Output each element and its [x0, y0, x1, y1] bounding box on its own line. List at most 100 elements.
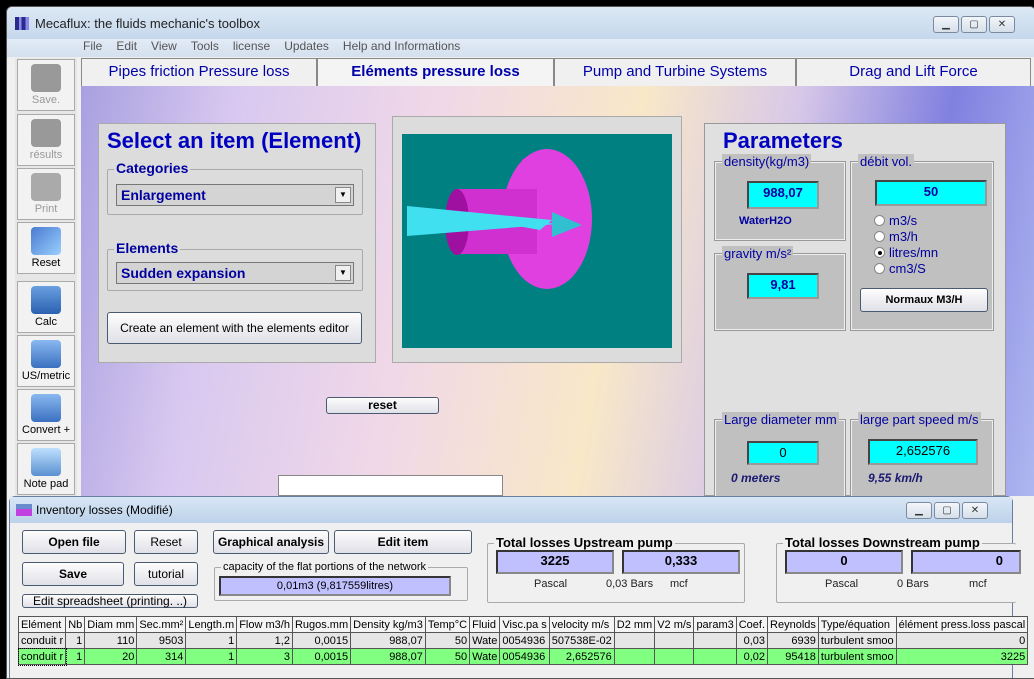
close-button[interactable]: ✕	[962, 502, 988, 519]
column-header[interactable]: Flow m3/h	[236, 616, 293, 633]
table-cell[interactable]: 2,652576	[548, 648, 615, 665]
table-row[interactable]: conduit r 1 110 9503 1 1,2 0,0015 988,07 50 Wate 0…	[17, 632, 1029, 649]
radio-litres-mn[interactable]: litres/mn	[874, 245, 938, 260]
table-cell[interactable]: 0,02	[735, 648, 769, 665]
category-select[interactable]: Enlargement ▼	[116, 184, 354, 206]
radio-cm3s[interactable]: cm3/S	[874, 261, 926, 276]
maximize-button[interactable]: ▢	[961, 16, 987, 33]
table-cell[interactable]: 314	[136, 648, 187, 665]
column-header[interactable]: D2 mm	[613, 616, 656, 633]
table-cell[interactable]: 1,2	[236, 632, 293, 649]
results-button[interactable]: résults	[17, 114, 75, 166]
column-header[interactable]: Rugos.mm	[291, 616, 352, 633]
table-cell[interactable]	[693, 648, 737, 665]
table-cell[interactable]: 0,03	[735, 632, 769, 649]
table-cell[interactable]: 20	[84, 648, 138, 665]
table-cell[interactable]: conduit r	[17, 647, 67, 666]
reset-button[interactable]: reset	[326, 397, 439, 414]
column-header[interactable]: Diam mm	[84, 616, 138, 633]
calc-button[interactable]: Calc	[17, 281, 75, 333]
tab-drag-lift[interactable]: Drag and Lift Force	[796, 58, 1031, 86]
radio-m3h[interactable]: m3/h	[874, 229, 918, 244]
save-button[interactable]: Save.	[17, 59, 75, 111]
speed-field[interactable]: 2,652576	[868, 439, 978, 465]
large-diameter-field[interactable]: 0	[747, 441, 819, 465]
table-cell[interactable]: 1	[65, 648, 86, 665]
table-cell[interactable]	[654, 648, 695, 665]
table-cell[interactable]	[693, 632, 737, 649]
menu-updates[interactable]: Updates	[284, 39, 329, 57]
table-cell[interactable]: 1	[185, 632, 238, 649]
table-cell[interactable]: 9503	[136, 632, 187, 649]
column-header[interactable]: Fluid	[469, 616, 501, 633]
table-cell[interactable]: 50	[424, 632, 471, 649]
table-cell[interactable]: 0,0015	[291, 632, 352, 649]
inventory-reset-button[interactable]: Reset	[134, 530, 198, 554]
column-header[interactable]: Sec.mm²	[136, 616, 187, 633]
us-metric-button[interactable]: US/metric	[17, 335, 75, 387]
table-cell[interactable]: 0054936	[499, 648, 550, 665]
menu-edit[interactable]: Edit	[116, 39, 137, 57]
radio-m3s[interactable]: m3/s	[874, 213, 917, 228]
column-header[interactable]: param3	[693, 616, 737, 633]
maximize-button[interactable]: ▢	[934, 502, 960, 519]
table-cell[interactable]: 988,07	[350, 632, 426, 649]
column-header[interactable]: V2 m/s	[654, 616, 695, 633]
create-element-button[interactable]: Create an element with the elements edit…	[107, 312, 362, 344]
table-cell[interactable]: Wate	[469, 632, 501, 649]
table-cell[interactable]	[613, 632, 656, 649]
column-header[interactable]: Reynolds	[767, 616, 819, 633]
menu-view[interactable]: View	[151, 39, 177, 57]
table-cell[interactable]: Wate	[469, 648, 501, 665]
open-file-button[interactable]: Open file	[22, 530, 126, 554]
table-cell[interactable]: 3	[236, 648, 293, 665]
table-cell[interactable]: 988,07	[350, 648, 426, 665]
column-header[interactable]: Nb	[65, 616, 86, 633]
table-cell[interactable]	[613, 648, 656, 665]
graphical-analysis-button[interactable]: Graphical analysis	[213, 530, 329, 554]
table-cell[interactable]: 1	[65, 632, 86, 649]
column-header[interactable]: Length.m	[185, 616, 238, 633]
reset-tool-button[interactable]: Reset	[17, 222, 75, 274]
table-cell[interactable]: 0,0015	[291, 648, 352, 665]
column-header[interactable]: élément press.loss pascal	[895, 616, 1029, 633]
table-cell[interactable]: 6939	[767, 632, 819, 649]
convert-button[interactable]: Convert +	[17, 389, 75, 441]
save-file-button[interactable]: Save	[22, 562, 124, 586]
flow-field[interactable]: 50	[875, 180, 987, 206]
tab-pump-turbine[interactable]: Pump and Turbine Systems	[554, 58, 796, 86]
menu-license[interactable]: license	[233, 39, 270, 57]
print-button[interactable]: Print	[17, 168, 75, 220]
table-cell[interactable]: 0	[895, 632, 1029, 649]
table-cell[interactable]: 1	[185, 648, 238, 665]
density-field[interactable]: 988,07	[747, 181, 819, 209]
column-header[interactable]: Visc.pa s	[499, 616, 550, 633]
tab-pipes-friction[interactable]: Pipes friction Pressure loss	[81, 58, 317, 86]
menu-help[interactable]: Help and Informations	[343, 39, 460, 57]
tutorial-button[interactable]: tutorial	[134, 562, 198, 586]
table-cell[interactable]: turbulent smoo	[817, 648, 897, 665]
column-header[interactable]: Type/équation	[817, 616, 897, 633]
table-cell[interactable]	[654, 632, 695, 649]
minimize-button[interactable]: ▁	[933, 16, 959, 33]
table-cell[interactable]: 3225	[895, 648, 1029, 665]
column-header[interactable]: Density kg/m3	[350, 616, 426, 633]
element-select[interactable]: Sudden expansion ▼	[116, 262, 354, 284]
table-cell[interactable]: 95418	[767, 648, 819, 665]
column-header[interactable]: velocity m/s	[548, 616, 615, 633]
edit-item-button[interactable]: Edit item	[334, 530, 472, 554]
column-header[interactable]: Coef.	[735, 616, 769, 633]
table-cell[interactable]: turbulent smoo	[817, 632, 897, 649]
tab-elements-pressure-loss[interactable]: Eléments pressure loss	[317, 58, 554, 86]
menu-tools[interactable]: Tools	[191, 39, 219, 57]
gravity-field[interactable]: 9,81	[747, 273, 819, 299]
minimize-button[interactable]: ▁	[906, 502, 932, 519]
table-cell[interactable]: 507538E-02	[548, 632, 615, 649]
table-row[interactable]: conduit r 1 20 314 1 3 0,0015 988,07 50 Wate 00549…	[17, 647, 1029, 666]
normaux-button[interactable]: Normaux M3/H	[860, 288, 988, 312]
table-cell[interactable]: conduit r	[17, 632, 67, 649]
column-header[interactable]: Temp°C	[424, 616, 471, 633]
column-header[interactable]: Elément	[17, 616, 67, 633]
edit-spreadsheet-button[interactable]: Edit spreadsheet (printing. ..)	[22, 594, 198, 608]
close-button[interactable]: ✕	[989, 16, 1015, 33]
